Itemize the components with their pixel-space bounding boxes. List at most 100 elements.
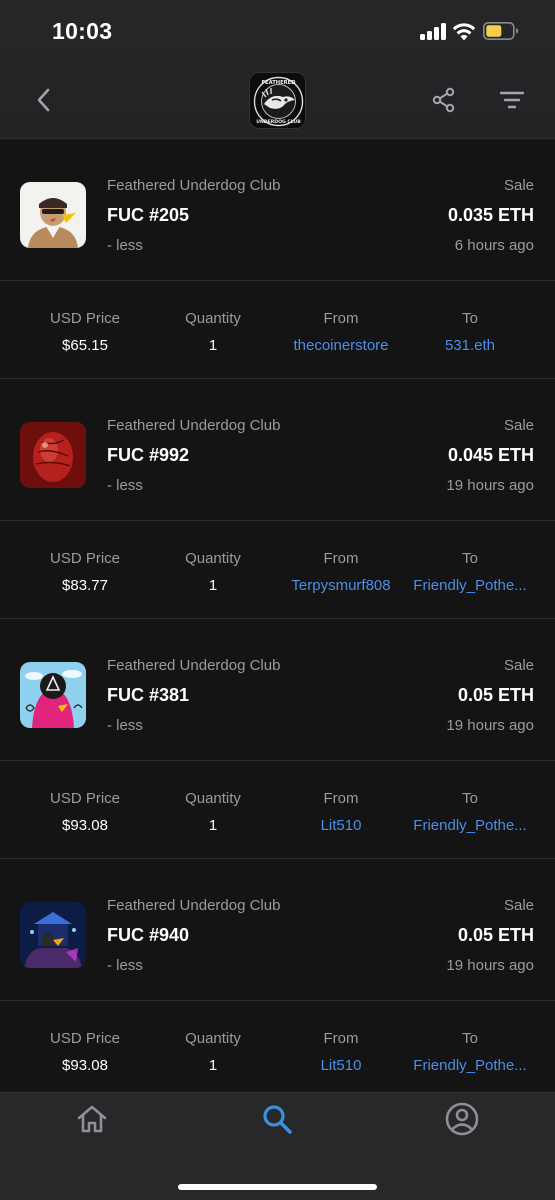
to-label: To <box>462 790 478 807</box>
from-column: From Lit510 <box>280 1030 402 1074</box>
from-link[interactable]: thecoinerstore <box>280 337 402 354</box>
to-link[interactable]: 531.eth <box>409 337 531 354</box>
nft-thumbnail <box>20 902 86 968</box>
sale-time: 19 hours ago <box>446 477 534 494</box>
sale-price: 0.05 ETH <box>457 685 534 705</box>
sale-price: 0.045 ETH <box>447 445 534 465</box>
logo-text-top: FEATHERED <box>262 80 297 86</box>
to-label: To <box>462 1030 478 1047</box>
usd-price-label: USD Price <box>49 310 120 327</box>
filter-icon[interactable] <box>496 84 528 116</box>
usd-price-label: USD Price <box>49 1030 120 1047</box>
quantity-value: 1 <box>208 817 218 834</box>
usd-price-value: $65.15 <box>62 337 108 354</box>
sale-details: USD Price $83.77 Quantity 1 From Terpysmurf… <box>0 521 555 619</box>
event-type: Sale <box>503 657 534 674</box>
sale-price: 0.05 ETH <box>457 925 534 945</box>
to-link[interactable]: Friendly_Pothe... <box>409 1057 531 1074</box>
usd-price-value: $93.08 <box>62 817 108 834</box>
quantity-column: Quantity 1 <box>153 1030 273 1074</box>
to-column: To Friendly_Pothe... <box>409 550 531 594</box>
quantity-label: Quantity <box>185 310 241 327</box>
sale-time: 19 hours ago <box>446 717 534 734</box>
from-column: From thecoinerstore <box>280 310 402 354</box>
sale-details: USD Price $93.08 Quantity 1 From Lit510 To F… <box>0 761 555 859</box>
nft-thumbnail <box>20 422 86 488</box>
wifi-icon <box>452 23 476 41</box>
top-bar: 10:03 FEATHERED UNDERDOG CLUB <box>0 0 555 139</box>
usd-price-column: USD Price $93.08 <box>25 1030 145 1074</box>
quantity-column: Quantity 1 <box>153 550 273 594</box>
navigation-bar: FEATHERED UNDERDOG CLUB <box>0 64 555 139</box>
from-link[interactable]: Lit510 <box>280 1057 402 1074</box>
share-icon[interactable] <box>428 84 460 116</box>
nft-thumbnail <box>20 182 86 248</box>
token-name[interactable]: FUC #381 <box>107 685 189 706</box>
chevron-left-icon[interactable] <box>28 82 60 118</box>
sale-item[interactable]: Feathered Underdog Club FUC #940 - less … <box>0 859 555 1001</box>
to-link[interactable]: Friendly_Pothe... <box>409 817 531 834</box>
sale-details: USD Price $93.08 Quantity 1 From Lit510 To F… <box>0 1001 555 1099</box>
from-label: From <box>323 790 359 807</box>
quantity-column: Quantity 1 <box>153 310 273 354</box>
from-column: From Terpysmurf808 <box>280 550 402 594</box>
search-icon[interactable] <box>259 1101 295 1137</box>
home-icon[interactable] <box>74 1101 110 1137</box>
quantity-value: 1 <box>208 577 218 594</box>
from-label: From <box>323 1030 359 1047</box>
usd-price-label: USD Price <box>49 550 120 567</box>
logo-image: FEATHERED UNDERDOG CLUB <box>253 76 304 127</box>
status-bar: 10:03 <box>0 0 555 64</box>
to-column: To Friendly_Pothe... <box>409 1030 531 1074</box>
token-name[interactable]: FUC #205 <box>107 205 189 226</box>
from-label: From <box>323 550 359 567</box>
collection-name: Feathered Underdog Club <box>107 897 281 914</box>
battery-icon <box>483 21 519 40</box>
less-toggle[interactable]: - less <box>107 477 143 494</box>
less-toggle[interactable]: - less <box>107 957 143 974</box>
status-time: 10:03 <box>52 18 113 44</box>
event-type: Sale <box>503 417 534 434</box>
home-indicator[interactable] <box>178 1184 377 1190</box>
usd-price-value: $83.77 <box>62 577 108 594</box>
from-link[interactable]: Lit510 <box>280 817 402 834</box>
sale-item[interactable]: Feathered Underdog Club FUC #381 - less … <box>0 619 555 761</box>
from-link[interactable]: Terpysmurf808 <box>280 577 402 594</box>
usd-price-column: USD Price $65.15 <box>25 310 145 354</box>
usd-price-label: USD Price <box>49 790 120 807</box>
nft-thumbnail <box>20 662 86 728</box>
to-column: To 531.eth <box>409 310 531 354</box>
sale-details: USD Price $65.15 Quantity 1 From thecoiners… <box>0 281 555 379</box>
token-name[interactable]: FUC #940 <box>107 925 189 946</box>
collection-name: Feathered Underdog Club <box>107 657 281 674</box>
quantity-value: 1 <box>208 337 218 354</box>
less-toggle[interactable]: - less <box>107 237 143 254</box>
cellular-signal-icon <box>420 23 446 40</box>
to-label: To <box>462 550 478 567</box>
less-toggle[interactable]: - less <box>107 717 143 734</box>
usd-price-column: USD Price $83.77 <box>25 550 145 594</box>
to-link[interactable]: Friendly_Pothe... <box>409 577 531 594</box>
quantity-label: Quantity <box>185 790 241 807</box>
to-column: To Friendly_Pothe... <box>409 790 531 834</box>
usd-price-column: USD Price $93.08 <box>25 790 145 834</box>
collection-logo[interactable]: FEATHERED UNDERDOG CLUB <box>249 72 306 129</box>
sale-item[interactable]: Feathered Underdog Club FUC #205 - less … <box>0 139 555 281</box>
from-column: From Lit510 <box>280 790 402 834</box>
sale-item[interactable]: Feathered Underdog Club FUC #992 - less … <box>0 379 555 521</box>
account-icon[interactable] <box>444 1101 480 1137</box>
logo-text-bottom: UNDERDOG CLUB <box>256 119 301 125</box>
from-label: From <box>323 310 359 327</box>
quantity-value: 1 <box>208 1057 218 1074</box>
collection-name: Feathered Underdog Club <box>107 417 281 434</box>
quantity-column: Quantity 1 <box>153 790 273 834</box>
quantity-label: Quantity <box>185 1030 241 1047</box>
to-label: To <box>462 310 478 327</box>
event-type: Sale <box>503 177 534 194</box>
token-name[interactable]: FUC #992 <box>107 445 189 466</box>
collection-name: Feathered Underdog Club <box>107 177 281 194</box>
sale-time: 19 hours ago <box>446 957 534 974</box>
sale-time: 6 hours ago <box>454 237 534 254</box>
sale-price: 0.035 ETH <box>447 205 534 225</box>
event-type: Sale <box>503 897 534 914</box>
